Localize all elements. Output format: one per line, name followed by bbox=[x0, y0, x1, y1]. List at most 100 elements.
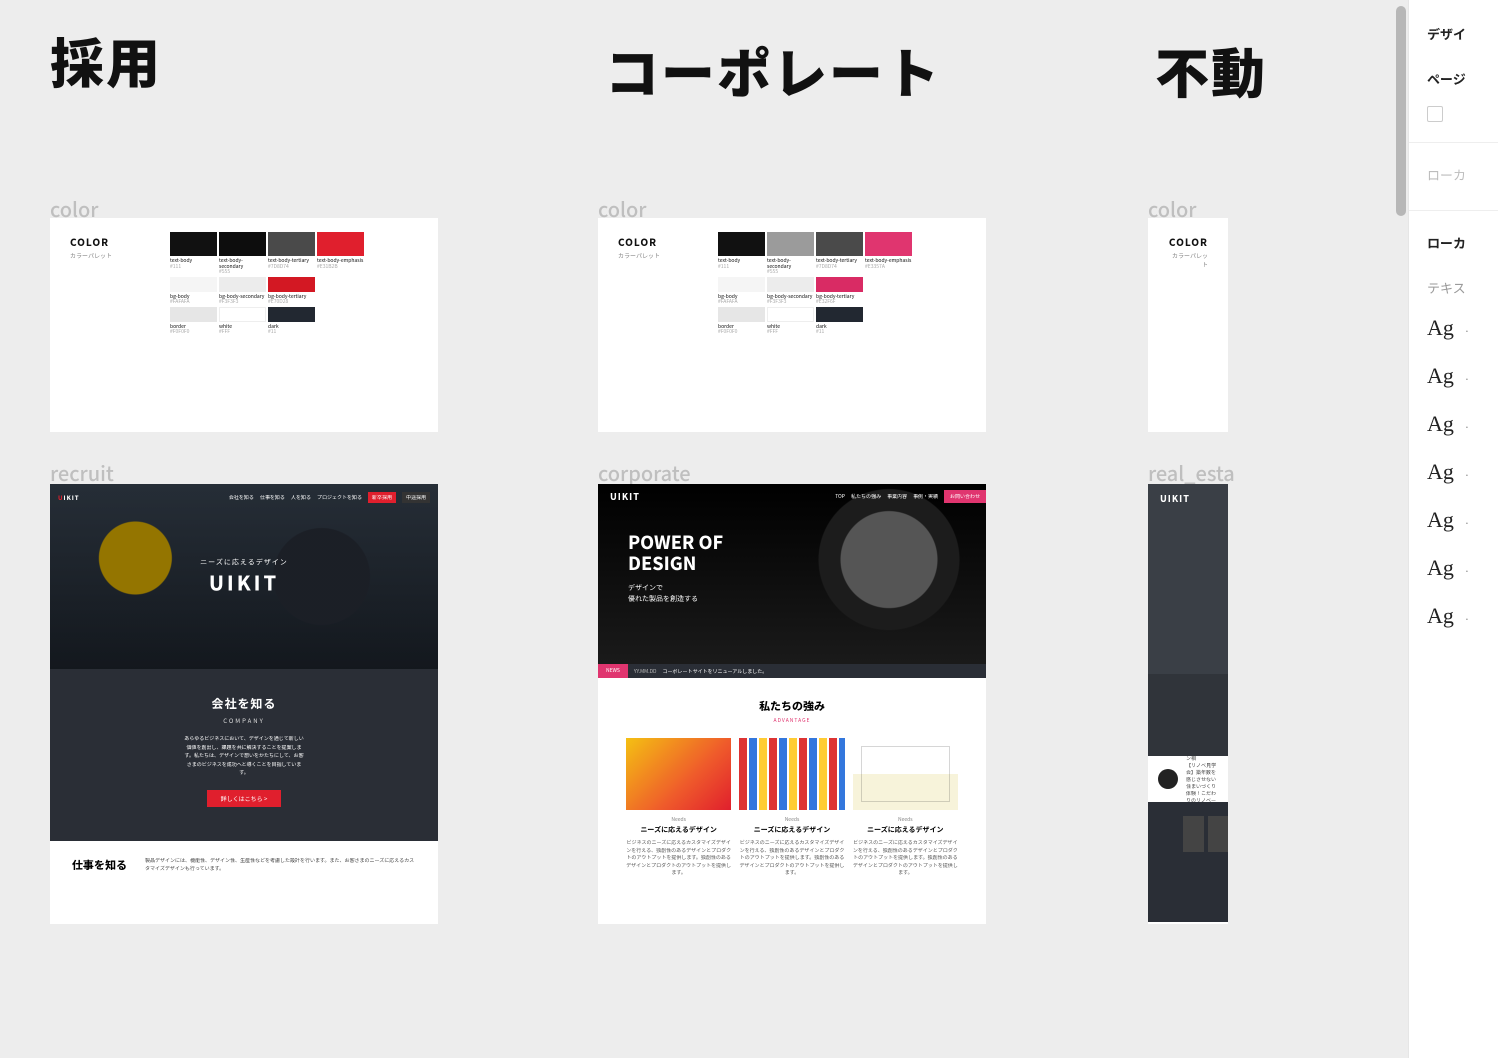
figma-canvas[interactable]: 採用 コーポレート 不動 color color color COLOR カラー… bbox=[0, 0, 1498, 1058]
frame-label-realestate: real_esta bbox=[1148, 458, 1235, 487]
logo: UIKIT bbox=[1160, 492, 1190, 505]
nav-link: プロジェクトを知る bbox=[317, 494, 362, 501]
realestate-hero: UIKIT bbox=[1148, 484, 1228, 674]
swatch: border#F0F0F0 bbox=[718, 307, 765, 335]
advantage-card: Needs ニーズに応えるデザイン ビジネスのニーズに応えるカスタマイズデザイン… bbox=[739, 738, 844, 877]
nav-cta-secondary: 中途採用 bbox=[402, 492, 430, 503]
advantage-section: 私たちの強み ADVANTAGE Needs ニーズに応えるデザイン ビジネスの… bbox=[598, 678, 986, 887]
swatch: bg-body-tertiary#E32F6F bbox=[816, 277, 863, 305]
card-body: ビジネスのニーズに応えるカスタマイズデザインを行える、独創性のあるデザインとプロ… bbox=[853, 839, 958, 877]
recruit-nav: UIKIT 会社を知る 仕事を知る 人を知る プロジェクトを知る 新卒採用 中途… bbox=[58, 490, 430, 504]
frame-label-recruit: recruit bbox=[50, 458, 114, 487]
news-bar: NEWS YY.MM.DD コーポレートサイトをリニューアルしました。 bbox=[598, 664, 986, 678]
color-frame-realestate[interactable]: COLOR カラーパレット bbox=[1148, 218, 1228, 432]
nav-link: 事業内容 bbox=[887, 493, 907, 500]
swatch: text-body-emphasis#E3357A bbox=[865, 232, 912, 275]
card-image bbox=[626, 738, 731, 810]
card-title: ニーズに応えるデザイン bbox=[626, 825, 731, 835]
swatch: text-body-secondary#555 bbox=[767, 232, 814, 275]
preview-frame-recruit[interactable]: recruit UIKIT 会社を知る 仕事を知る 人を知る プロジェクトを知る… bbox=[50, 484, 438, 924]
swatch: text-body-tertiary#7D8D74 bbox=[268, 232, 315, 275]
realestate-dark-section bbox=[1148, 674, 1228, 756]
panel-section-local-variables[interactable]: ローカ bbox=[1427, 165, 1498, 184]
advantage-title-en: ADVANTAGE bbox=[626, 717, 958, 724]
card-mini: Needs bbox=[739, 816, 844, 823]
news-msg: コーポレートサイトをリニューアルしました。 bbox=[662, 668, 986, 675]
text-style-row[interactable]: Ag· bbox=[1427, 459, 1498, 485]
swatch: bg-body#FAFAFA bbox=[718, 277, 765, 305]
swatch: dark#11 bbox=[268, 307, 315, 335]
nav-link: 私たちの強み bbox=[851, 493, 881, 500]
color-frame-corporate[interactable]: COLOR カラーパレット text-body#111 text-body-se… bbox=[598, 218, 986, 432]
swatch-grid: text-body#111 text-body-secondary#555 te… bbox=[718, 232, 972, 418]
nav-link: TOP bbox=[835, 493, 845, 500]
hero-subtitle-line2: 優れた製品を創造する bbox=[628, 594, 698, 604]
swatch: text-body#111 bbox=[170, 232, 217, 275]
hero-subtitle-line1: デザインで bbox=[628, 583, 663, 593]
swatch-grid: text-body#111 text-body-secondary#555 te… bbox=[170, 232, 424, 418]
panel-section-design[interactable]: デザイ bbox=[1427, 24, 1498, 43]
swatch: bg-body-tertiary#E70D28 bbox=[268, 277, 315, 305]
canvas-scrollbar[interactable] bbox=[1396, 6, 1406, 246]
card-mini: Needs bbox=[626, 816, 731, 823]
nav-cta-primary: 新卒採用 bbox=[368, 492, 396, 503]
company-cta: 詳しくはこちら > bbox=[207, 790, 282, 807]
panel-divider bbox=[1409, 142, 1498, 143]
section-heading-corporate: コーポレート bbox=[605, 30, 941, 109]
swatch: text-body-secondary#555 bbox=[219, 232, 266, 275]
company-title: 会社を知る bbox=[50, 695, 438, 712]
advantage-card: Needs ニーズに応えるデザイン ビジネスのニーズに応えるカスタマイズデザイン… bbox=[626, 738, 731, 877]
panel-divider bbox=[1409, 210, 1498, 211]
gallery-cell bbox=[1183, 816, 1204, 852]
gallery-cell bbox=[1208, 816, 1229, 852]
card-title: ニーズに応えるデザイン bbox=[739, 825, 844, 835]
card-image bbox=[739, 738, 844, 810]
panel-section-page: ページ bbox=[1427, 69, 1498, 88]
nav-cta: お問い合わせ bbox=[944, 490, 986, 503]
text-style-row[interactable]: Ag· bbox=[1427, 507, 1498, 533]
scrollbar-thumb[interactable] bbox=[1396, 6, 1406, 216]
company-title-en: COMPANY bbox=[50, 716, 438, 725]
text-style-row[interactable]: Ag· bbox=[1427, 411, 1498, 437]
logo: UIKIT bbox=[58, 493, 80, 502]
hero-tagline: ニーズに応えるデザイン bbox=[200, 557, 287, 567]
preview-frame-realestate[interactable]: real_esta UIKIT 今週 オンライン相 【リノベ見学会】築年数を感じ… bbox=[1148, 484, 1228, 924]
recruit-work-section: 仕事を知る 製品デザインには、機能性、デザイン性、生産性などを考慮した設計を行い… bbox=[50, 841, 438, 883]
card-image bbox=[853, 738, 958, 810]
news-date: YY.MM.DD bbox=[628, 668, 663, 675]
hero-title: UIKIT bbox=[200, 567, 287, 596]
hero-title-line2: DESIGN bbox=[628, 553, 723, 574]
frame-label-corporate: corporate bbox=[598, 458, 691, 487]
card-body: ビジネスのニーズに応えるカスタマイズデザインを行える、独創性のあるデザインとプロ… bbox=[626, 839, 731, 877]
work-title: 仕事を知る bbox=[72, 857, 127, 873]
realestate-gallery bbox=[1148, 802, 1228, 922]
card-body: ビジネスのニーズに応えるカスタマイズデザインを行える、独創性のあるデザインとプロ… bbox=[739, 839, 844, 877]
text-style-row[interactable]: Ag· bbox=[1427, 315, 1498, 341]
text-style-row[interactable]: Ag· bbox=[1427, 603, 1498, 629]
panel-subsection-text: テキス bbox=[1427, 278, 1498, 297]
preview-frame-corporate[interactable]: corporate UIKIT TOP 私たちの強み 事業内容 事例・実績 お問… bbox=[598, 484, 986, 924]
nav-link: 事例・実績 bbox=[913, 493, 938, 500]
text-style-row[interactable]: Ag· bbox=[1427, 363, 1498, 389]
swatch: text-body-emphasis#E31B2B bbox=[317, 232, 364, 275]
nav-link: 仕事を知る bbox=[260, 494, 285, 501]
realestate-info-strip: 今週 オンライン相 【リノベ見学会】築年数を感じさせない住まいづくり体験！こだわ… bbox=[1148, 756, 1228, 802]
news-tag: NEWS bbox=[598, 664, 628, 678]
page-color-checkbox[interactable] bbox=[1427, 106, 1443, 122]
swatch: text-body#111 bbox=[718, 232, 765, 275]
properties-panel[interactable]: デザイ ページ ローカ ローカ テキス Ag· Ag· Ag· Ag· Ag· … bbox=[1408, 0, 1498, 1058]
palette-subtitle: カラーパレット bbox=[1168, 251, 1208, 269]
avatar-icon bbox=[1158, 769, 1178, 789]
swatch: white#FFF bbox=[219, 307, 266, 335]
logo: UIKIT bbox=[610, 490, 640, 503]
nav-link: 人を知る bbox=[291, 494, 311, 501]
section-heading-recruit: 採用 bbox=[50, 20, 162, 99]
advantage-title: 私たちの強み bbox=[626, 698, 958, 714]
color-frame-recruit[interactable]: COLOR カラーパレット text-body#111 text-body-se… bbox=[50, 218, 438, 432]
company-body: あらゆるビジネスにおいて、デザインを通じて新しい価値を創出し、課題を共に解決する… bbox=[184, 735, 304, 778]
section-heading-realestate: 不動 bbox=[1155, 30, 1267, 109]
text-style-row[interactable]: Ag· bbox=[1427, 555, 1498, 581]
corporate-hero: UIKIT TOP 私たちの強み 事業内容 事例・実績 お問い合わせ POWER… bbox=[598, 484, 986, 664]
swatch: text-body-tertiary#7D8D74 bbox=[816, 232, 863, 275]
swatch: bg-body#FAFAFA bbox=[170, 277, 217, 305]
